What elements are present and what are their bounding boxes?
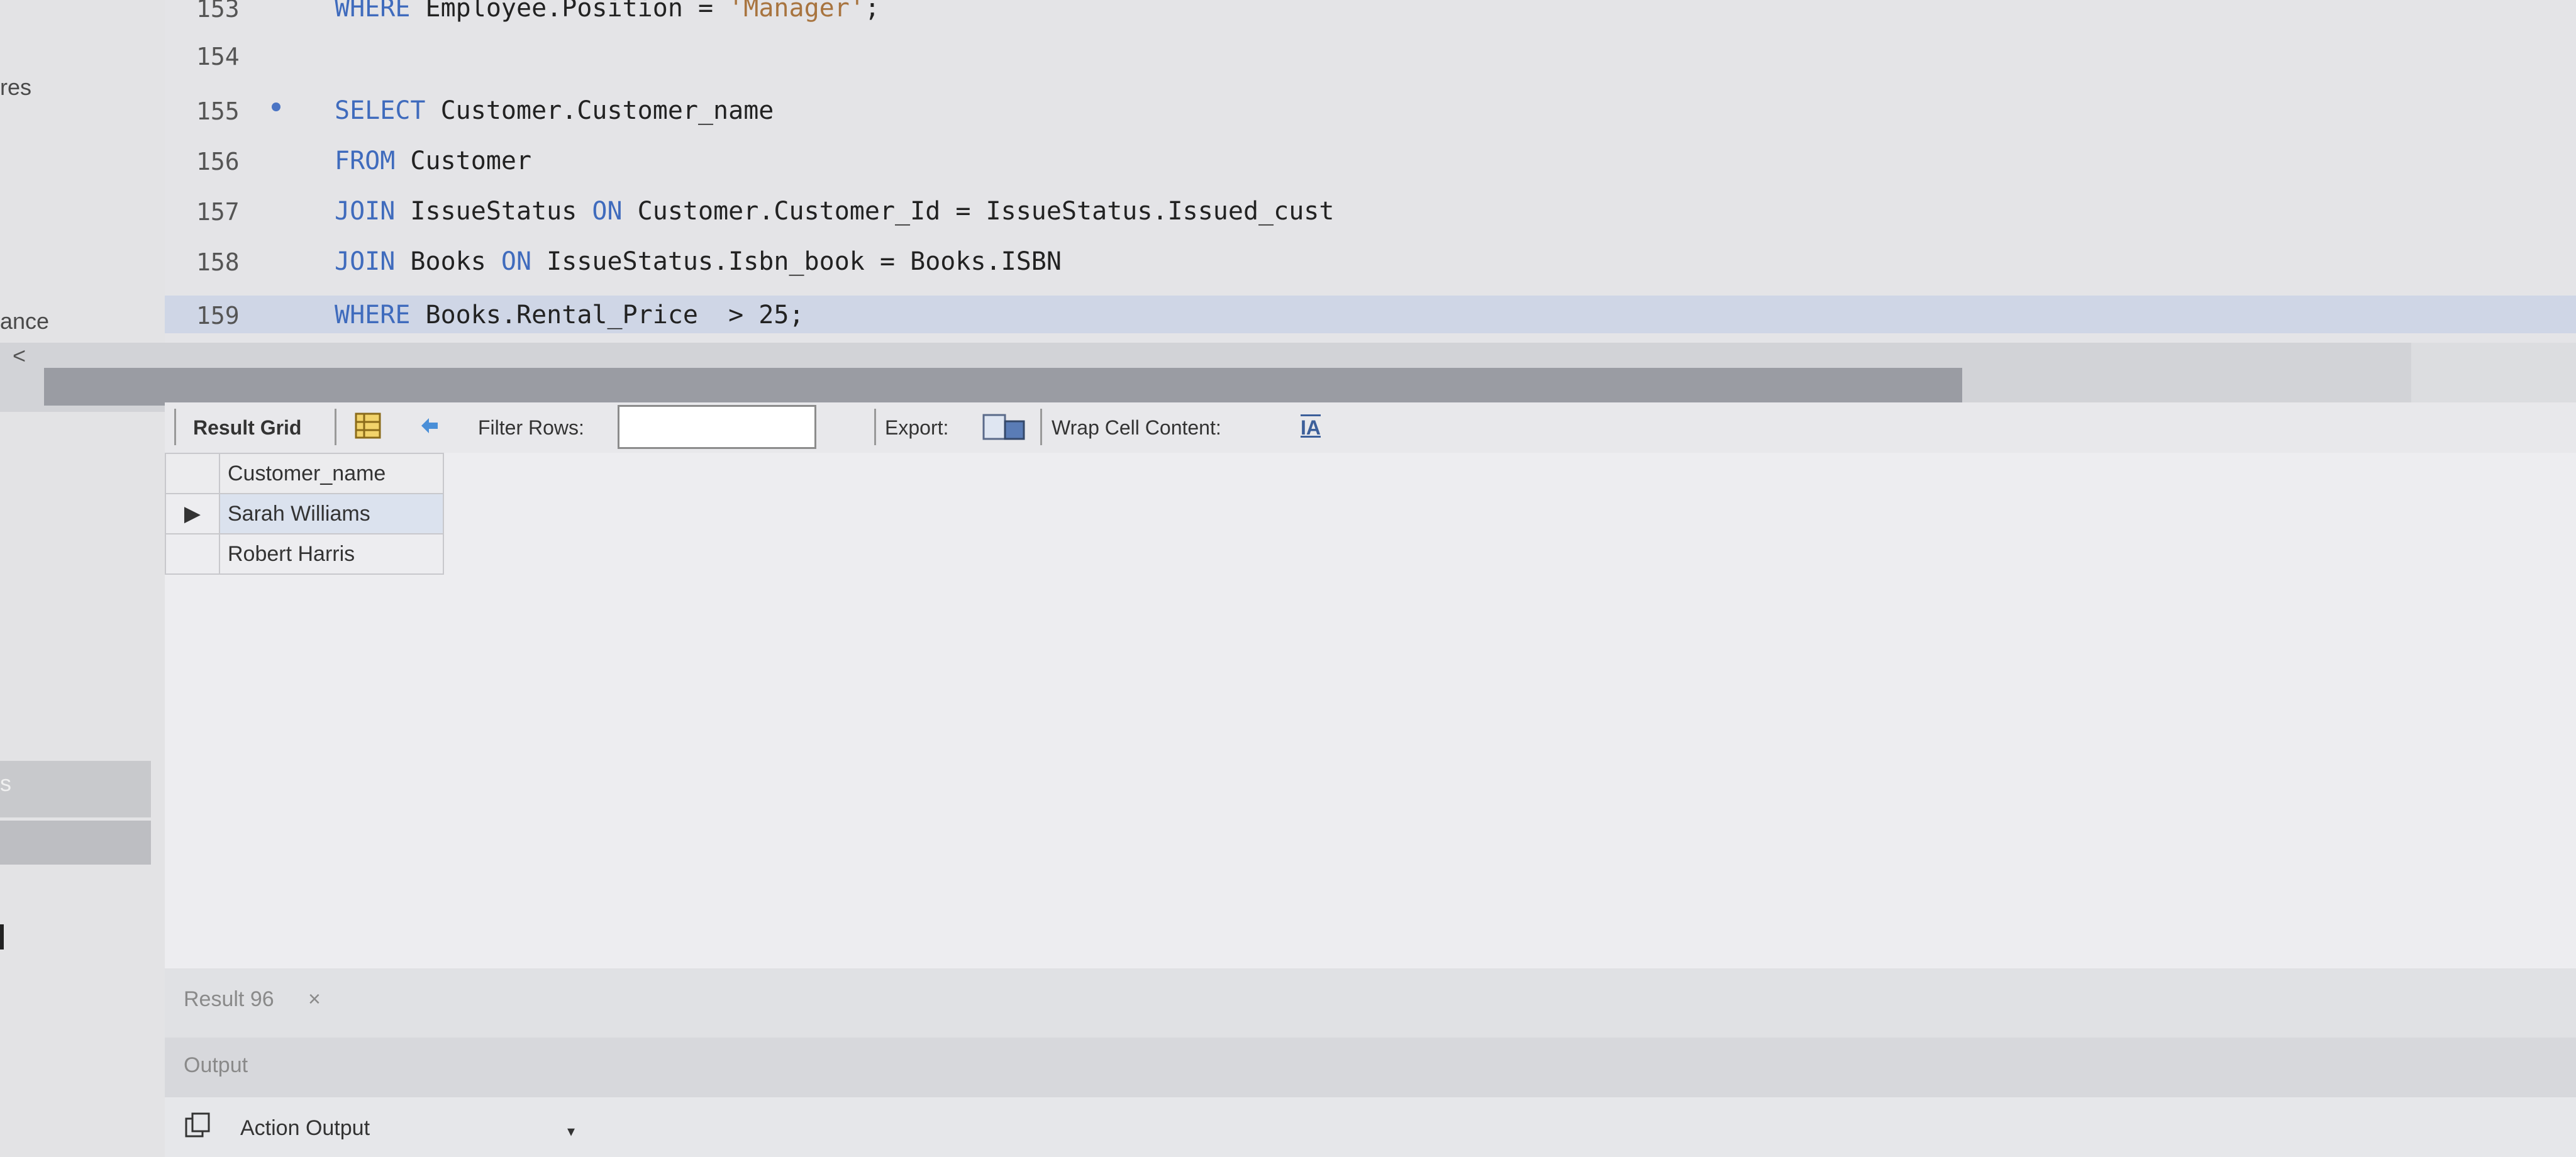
- sql-token: Books.Rental_Price > 25;: [410, 301, 804, 329]
- line-number: 156: [196, 148, 240, 175]
- statement-marker-icon: [272, 102, 280, 111]
- export-icon[interactable]: [982, 412, 1026, 441]
- sql-token: ;: [864, 0, 880, 23]
- sidebar-label[interactable]: res: [0, 74, 31, 101]
- left-sidebar: res ance s: [0, 0, 165, 1157]
- line-number: 154: [196, 43, 240, 70]
- sql-token: IssueStatus: [395, 197, 592, 226]
- sidebar-label[interactable]: ance: [0, 308, 49, 335]
- output-panel-header: Output: [165, 1038, 2576, 1097]
- result-tabs-bar: Result 96 ×: [165, 968, 2576, 1038]
- table-cell[interactable]: Robert Harris: [219, 533, 444, 575]
- code-line[interactable]: 156 FROM Customer: [165, 141, 2576, 179]
- sql-token: Customer: [395, 147, 532, 175]
- filter-rows-label: Filter Rows:: [478, 416, 584, 439]
- code-text[interactable]: WHERE Employee.Position = 'Manager';: [335, 0, 880, 23]
- result-table: Customer_name ▶ Sarah Williams Robert Ha…: [165, 453, 444, 575]
- toolbar-separator: [1040, 409, 1042, 445]
- row-indicator[interactable]: [165, 533, 220, 575]
- sql-keyword: WHERE: [335, 301, 411, 329]
- scrollbar-thumb[interactable]: [44, 368, 1962, 406]
- dropdown-caret-icon[interactable]: ▾: [567, 1122, 575, 1141]
- line-number: 155: [196, 97, 240, 125]
- wrap-cell-content-icon[interactable]: IA: [1301, 416, 1321, 440]
- close-tab-icon[interactable]: ×: [308, 987, 321, 1012]
- column-header-customer-name[interactable]: Customer_name: [219, 453, 444, 494]
- sidebar-panel: [0, 761, 151, 817]
- sql-token: Customer.Customer_Id = IssueStatus.Issue…: [622, 197, 1335, 226]
- sql-token: Books: [395, 247, 501, 276]
- action-output-bar: Action Output ▾: [165, 1097, 2576, 1157]
- scroll-left-arrow-icon[interactable]: <: [13, 343, 44, 374]
- sql-editor[interactable]: 153 WHERE Employee.Position = 'Manager'; 1…: [165, 0, 2576, 343]
- table-row[interactable]: ▶ Sarah Williams: [165, 493, 444, 534]
- sql-keyword: WHERE: [335, 0, 411, 23]
- code-text[interactable]: JOIN IssueStatus ON Customer.Customer_Id…: [335, 197, 1334, 226]
- row-indicator-header: [165, 453, 220, 494]
- toolbar-separator: [874, 409, 876, 445]
- line-number: 158: [196, 248, 240, 276]
- sql-token: IssueStatus.Isbn_book = Books.ISBN: [531, 247, 1062, 276]
- result-grid-tab[interactable]: Result Grid: [193, 416, 301, 440]
- output-label: Output: [184, 1053, 248, 1077]
- sql-keyword: JOIN: [335, 247, 396, 276]
- sql-keyword: ON: [592, 197, 623, 226]
- code-line[interactable]: 155 SELECT Customer.Customer_name: [165, 91, 2576, 129]
- sql-token: Customer.Customer_name: [425, 96, 774, 125]
- action-output-select[interactable]: Action Output: [240, 1116, 370, 1141]
- code-text[interactable]: JOIN Books ON IssueStatus.Isbn_book = Bo…: [335, 247, 1062, 276]
- code-text[interactable]: SELECT Customer.Customer_name: [335, 96, 774, 125]
- line-number: 159: [196, 302, 240, 329]
- code-text[interactable]: FROM Customer: [335, 147, 531, 175]
- code-line[interactable]: 157 JOIN IssueStatus ON Customer.Customer…: [165, 192, 2576, 230]
- sql-string: 'Manager': [728, 0, 865, 23]
- export-label: Export:: [885, 416, 949, 439]
- wrap-cell-content-label: Wrap Cell Content:: [1052, 416, 1221, 439]
- horizontal-scrollbar[interactable]: <: [0, 343, 2411, 412]
- table-row[interactable]: Robert Harris: [165, 533, 444, 575]
- toolbar-separator: [174, 409, 176, 445]
- result-grid: Customer_name ▶ Sarah Williams Robert Ha…: [165, 453, 2576, 968]
- table-header-row: Customer_name: [165, 453, 444, 494]
- refresh-icon[interactable]: [416, 411, 445, 440]
- selected-row-indicator-icon[interactable]: ▶: [165, 493, 220, 534]
- sidebar-marker: [0, 924, 4, 949]
- code-line[interactable]: 154: [165, 36, 2576, 74]
- sidebar-panel: [0, 821, 151, 865]
- filter-rows-input[interactable]: [618, 405, 816, 449]
- sidebar-label: s: [0, 770, 11, 796]
- tab-result-96[interactable]: Result 96: [184, 987, 274, 1012]
- code-line[interactable]: 153 WHERE Employee.Position = 'Manager';: [165, 0, 2576, 26]
- code-text[interactable]: WHERE Books.Rental_Price > 25;: [335, 301, 804, 329]
- grid-view-icon[interactable]: [353, 411, 382, 440]
- line-number: 157: [196, 198, 240, 226]
- sql-keyword: SELECT: [335, 96, 426, 125]
- code-line[interactable]: 158 JOIN Books ON IssueStatus.Isbn_book =…: [165, 242, 2576, 280]
- sql-keyword: ON: [501, 247, 532, 276]
- sql-token: Employee.Position =: [410, 0, 729, 23]
- copy-icon[interactable]: [184, 1111, 213, 1140]
- line-number: 153: [196, 0, 240, 23]
- result-toolbar: Result Grid Filter Rows: Export: Wrap Ce…: [165, 402, 2576, 453]
- sql-keyword: JOIN: [335, 197, 396, 226]
- sql-keyword: FROM: [335, 147, 396, 175]
- toolbar-separator: [335, 409, 336, 445]
- code-line[interactable]: 159 WHERE Books.Rental_Price > 25;: [165, 296, 2576, 333]
- table-cell[interactable]: Sarah Williams: [219, 493, 444, 534]
